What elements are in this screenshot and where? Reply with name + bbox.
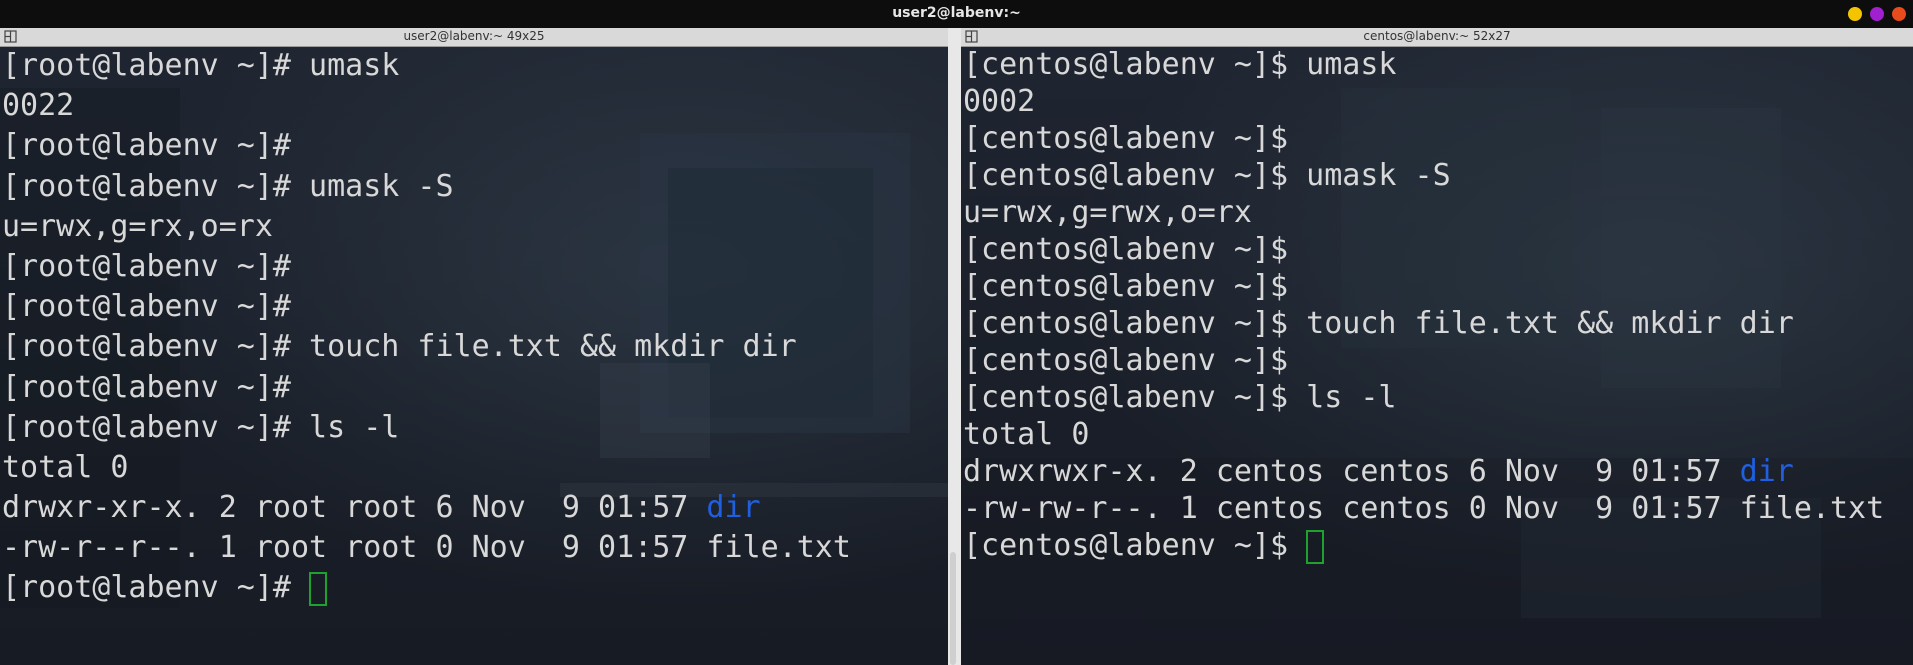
- terminal-line: [centos@labenv ~]$: [963, 231, 1899, 268]
- text-cursor[interactable]: [1306, 529, 1325, 564]
- terminal-line-text: [centos@labenv ~]$ touch file.txt && mkd…: [963, 306, 1794, 341]
- terminal-line-text: [root@labenv ~]#: [2, 248, 291, 284]
- terminal-line: [centos@labenv ~]$ umask -S: [963, 157, 1899, 194]
- close-button[interactable]: [1892, 7, 1906, 21]
- text-cursor[interactable]: [309, 571, 328, 606]
- terminal-pane-left[interactable]: user2@labenv:~ 49x25 [root@labenv ~]# um…: [0, 28, 948, 665]
- terminal-line-text: [root@labenv ~]#: [2, 369, 291, 405]
- terminal-line: -rw-rw-r--. 1 centos centos 0 Nov 9 01:5…: [963, 490, 1899, 527]
- terminal-line: [centos@labenv ~]$: [963, 342, 1899, 379]
- terminal-line-text: [root@labenv ~]# umask -S: [2, 168, 454, 204]
- terminal-line: [root@labenv ~]#: [2, 368, 934, 408]
- terminal-line: total 0: [2, 448, 934, 488]
- terminal-line-text: u=rwx,g=rx,o=rx: [2, 208, 273, 244]
- terminal-line: 0002: [963, 83, 1899, 120]
- terminal-line: [centos@labenv ~]$ umask: [963, 46, 1899, 83]
- minimize-button[interactable]: [1848, 7, 1862, 21]
- terminal-output[interactable]: [centos@labenv ~]$ umask 0002 [centos@labe…: [963, 46, 1899, 564]
- window-title-bar: user2@labenv:~: [0, 0, 1913, 28]
- terminal-line: drwxrwxr-x. 2 centos centos 6 Nov 9 01:5…: [963, 453, 1899, 490]
- directory-name: dir: [1739, 454, 1794, 489]
- terminal-line-text: 0002: [963, 84, 1036, 119]
- terminal-line: [centos@labenv ~]$: [963, 268, 1899, 305]
- terminal-line-text: [centos@labenv ~]$ umask: [963, 47, 1397, 82]
- pane-tab-bar: centos@labenv:~ 52x27: [961, 28, 1913, 47]
- terminal-line: total 0: [963, 416, 1899, 453]
- terminal-line: [centos@labenv ~]$: [963, 120, 1899, 157]
- terminal-line: [root@labenv ~]#: [2, 568, 934, 608]
- terminal-line: [root@labenv ~]# umask: [2, 46, 934, 86]
- terminal-line-text: [root@labenv ~]# touch file.txt && mkdir…: [2, 329, 797, 365]
- terminal-line: [root@labenv ~]# touch file.txt && mkdir…: [2, 327, 934, 367]
- terminal-line: [root@labenv ~]# umask -S: [2, 167, 934, 207]
- window-title: user2@labenv:~: [892, 5, 1021, 21]
- terminal-line: [centos@labenv ~]$: [963, 527, 1899, 564]
- terminal-line-text: [root@labenv ~]# umask: [2, 48, 400, 83]
- terminal-line-text: [root@labenv ~]#: [2, 570, 310, 606]
- terminal-line: [centos@labenv ~]$ ls -l: [963, 379, 1899, 416]
- terminal-line-text: [centos@labenv ~]$ ls -l: [963, 380, 1397, 415]
- terminal-line-text: [centos@labenv ~]$: [963, 528, 1307, 563]
- terminal-line: [root@labenv ~]#: [2, 126, 934, 166]
- terminal-line: drwxr-xr-x. 2 root root 6 Nov 9 01:57 di…: [2, 488, 934, 528]
- terminal-line: 0022: [2, 86, 934, 126]
- terminal-line-text: [root@labenv ~]# ls -l: [2, 409, 400, 445]
- terminal-output[interactable]: [root@labenv ~]# umask 0022 [root@labenv ~…: [2, 46, 934, 609]
- terminal-line: u=rwx,g=rwx,o=rx: [963, 194, 1899, 231]
- terminal-line-text: -rw-rw-r--. 1 centos centos 0 Nov 9 01:5…: [963, 491, 1885, 526]
- terminal-line-text: u=rwx,g=rwx,o=rx: [963, 195, 1252, 230]
- terminal-line-text: drwxrwxr-x. 2 centos centos 6 Nov 9 01:5…: [963, 454, 1740, 489]
- terminal-line: [root@labenv ~]#: [2, 287, 934, 327]
- directory-name: dir: [706, 490, 761, 526]
- terminal-line: [root@labenv ~]# ls -l: [2, 408, 934, 448]
- terminal-pane-right[interactable]: centos@labenv:~ 52x27 [centos@labenv ~]$…: [961, 28, 1913, 665]
- terminal-line: [root@labenv ~]#: [2, 247, 934, 287]
- pane-title: centos@labenv:~ 52x27: [1363, 29, 1511, 43]
- terminal-line-text: [centos@labenv ~]$: [963, 232, 1289, 267]
- terminal-line-text: total 0: [2, 449, 129, 485]
- terminal-line: u=rwx,g=rx,o=rx: [2, 207, 934, 247]
- terminal-line-text: [root@labenv ~]#: [2, 128, 291, 164]
- terminal-line-text: 0022: [2, 88, 75, 124]
- terminal-line: [centos@labenv ~]$ touch file.txt && mkd…: [963, 305, 1899, 342]
- terminal-line-text: [centos@labenv ~]$: [963, 269, 1289, 304]
- terminal-line-text: [centos@labenv ~]$ umask -S: [963, 158, 1451, 193]
- terminal-line-text: [centos@labenv ~]$: [963, 121, 1289, 156]
- terminal-line-text: total 0: [963, 417, 1090, 452]
- terminal-line-text: drwxr-xr-x. 2 root root 6 Nov 9 01:57: [2, 490, 707, 526]
- pane-tab-bar: user2@labenv:~ 49x25: [0, 28, 948, 47]
- scrollbar-thumb[interactable]: [950, 552, 956, 665]
- terminal-line-text: -rw-r--r--. 1 root root 0 Nov 9 01:57 fi…: [2, 530, 851, 566]
- terminal-line: -rw-r--r--. 1 root root 0 Nov 9 01:57 fi…: [2, 528, 934, 568]
- terminal-line-text: [root@labenv ~]#: [2, 289, 291, 325]
- maximize-button[interactable]: [1870, 7, 1884, 21]
- terminal-line-text: [centos@labenv ~]$: [963, 343, 1289, 378]
- pane-title: user2@labenv:~ 49x25: [403, 29, 545, 43]
